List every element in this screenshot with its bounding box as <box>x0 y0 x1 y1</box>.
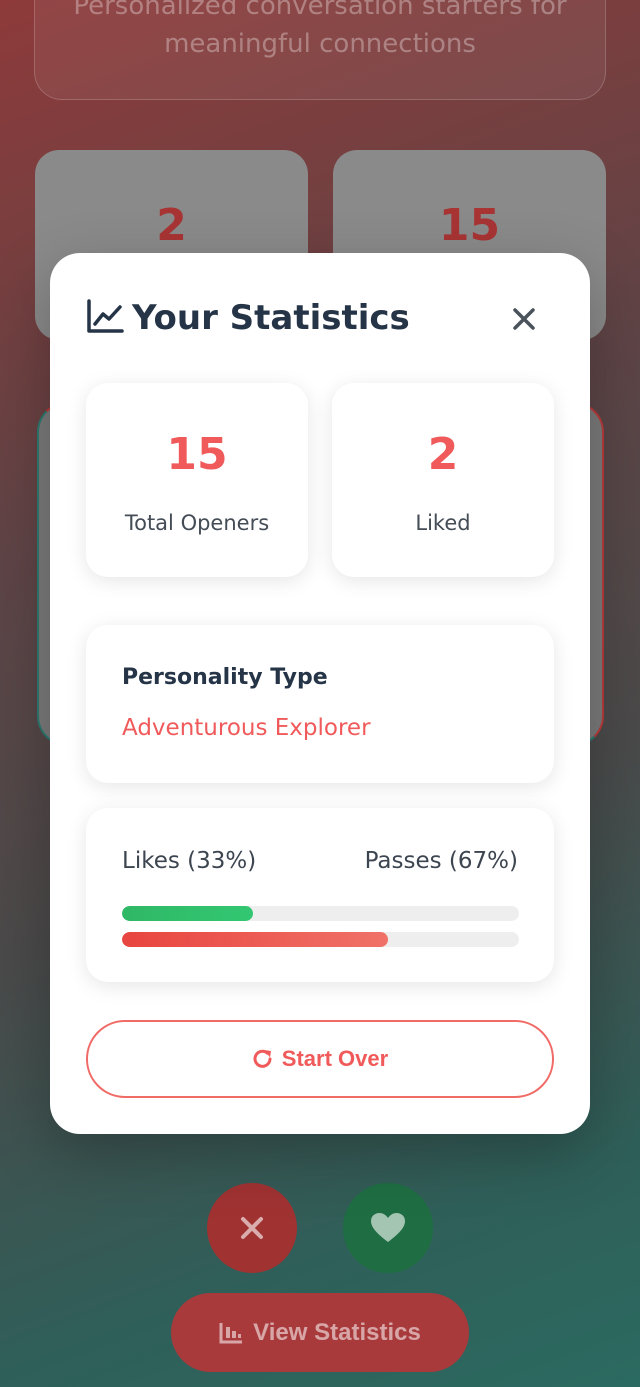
view-statistics-button[interactable]: View Statistics <box>171 1293 469 1372</box>
bg-total-value: 15 <box>438 200 501 251</box>
start-over-label: Start Over <box>281 1046 389 1071</box>
bar-chart-icon <box>219 1322 243 1343</box>
heart-icon <box>371 1213 405 1242</box>
close-button[interactable] <box>506 301 542 337</box>
start-over-button[interactable]: Start Over <box>86 1020 554 1098</box>
liked-card: 2 Liked <box>332 383 554 577</box>
tagline-box: Personalized conversation starters for m… <box>34 0 606 100</box>
bg-liked-value: 2 <box>156 200 187 251</box>
chart-line-icon <box>87 299 124 333</box>
redo-icon <box>253 1049 272 1068</box>
x-icon <box>241 1217 263 1239</box>
pass-button[interactable] <box>207 1183 297 1273</box>
statistics-modal: Your Statistics 15 Total Openers 2 Liked… <box>50 253 590 1134</box>
likes-label: Likes (33%) <box>122 848 257 874</box>
view-statistics-label: View Statistics <box>253 1318 421 1346</box>
personality-card: Personality Type Adventurous Explorer <box>86 625 554 783</box>
likes-progress-fill <box>122 906 253 921</box>
modal-header: Your Statistics <box>86 297 554 341</box>
liked-label: Liked <box>415 511 471 535</box>
total-openers-card: 15 Total Openers <box>86 383 308 577</box>
close-icon <box>513 308 535 330</box>
liked-value: 2 <box>427 429 459 480</box>
personality-heading: Personality Type <box>122 665 328 690</box>
like-pass-ratio-card: Likes (33%) Passes (67%) <box>86 808 554 982</box>
modal-title: Your Statistics <box>132 298 410 338</box>
passes-progress-fill <box>122 932 388 947</box>
total-openers-label: Total Openers <box>124 511 270 535</box>
total-openers-value: 15 <box>166 429 228 480</box>
tagline: Personalized conversation starters for m… <box>73 0 567 59</box>
passes-label: Passes (67%) <box>364 848 518 874</box>
personality-value: Adventurous Explorer <box>122 715 371 741</box>
likes-progress-track <box>122 906 519 921</box>
passes-progress-track <box>122 932 519 947</box>
like-button[interactable] <box>343 1183 433 1273</box>
